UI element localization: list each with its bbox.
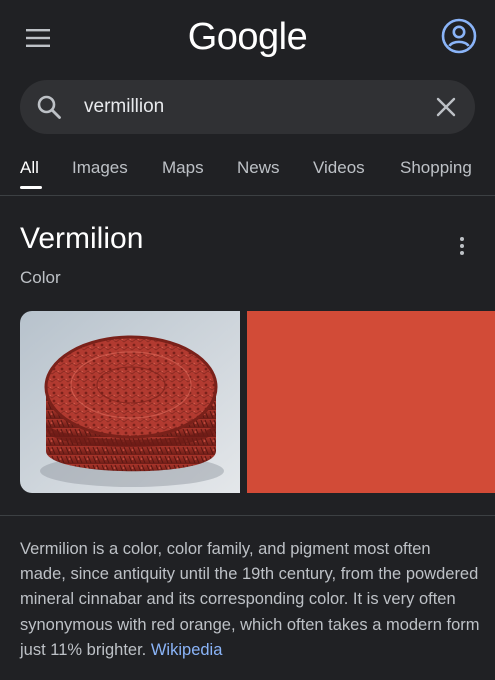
top-bar: Google — [0, 0, 495, 78]
tab-images[interactable]: Images — [72, 158, 128, 178]
more-vert-icon[interactable] — [459, 236, 465, 256]
wikipedia-link[interactable]: Wikipedia — [151, 641, 223, 659]
tab-news[interactable]: News — [237, 158, 280, 178]
cinnabar-box-image[interactable] — [20, 311, 240, 493]
color-swatch[interactable] — [247, 311, 495, 493]
search-icon — [37, 95, 61, 119]
knowledge-panel-images — [20, 311, 495, 493]
search-tabs: All Images Maps News Videos Shopping — [0, 150, 495, 196]
account-circle-icon[interactable] — [441, 18, 477, 54]
divider — [0, 515, 495, 516]
search-input[interactable]: vermillion — [84, 96, 164, 118]
knowledge-panel-description: Vermilion is a color, color family, and … — [20, 537, 480, 663]
knowledge-panel-title: Vermilion — [20, 222, 144, 255]
google-logo[interactable]: Google — [0, 16, 495, 59]
tab-maps[interactable]: Maps — [162, 158, 204, 178]
knowledge-panel-subtitle: Color — [20, 268, 61, 287]
close-icon[interactable] — [435, 96, 457, 118]
tab-shopping[interactable]: Shopping — [400, 158, 472, 178]
description-text: Vermilion is a color, color family, and … — [20, 540, 480, 659]
tab-videos[interactable]: Videos — [313, 158, 365, 178]
tab-all[interactable]: All — [20, 158, 39, 178]
search-box[interactable]: vermillion — [20, 80, 475, 134]
active-tab-indicator — [20, 186, 42, 189]
